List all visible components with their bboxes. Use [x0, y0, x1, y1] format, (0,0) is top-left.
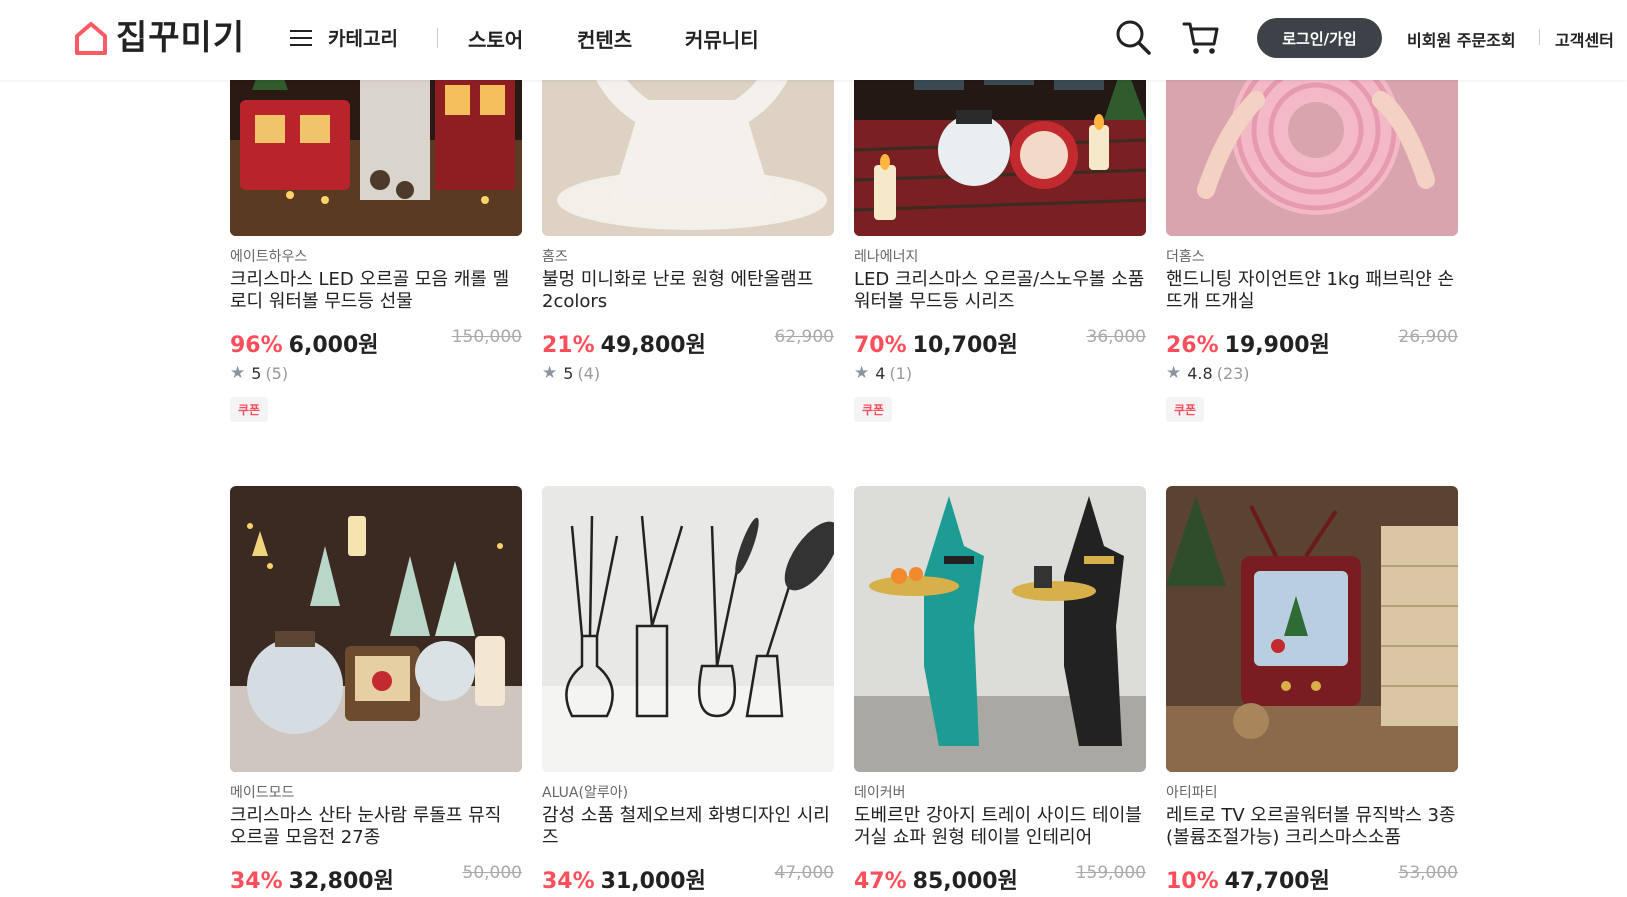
review-count: (5) — [265, 363, 289, 383]
original-price: 53,000 — [1398, 863, 1458, 883]
rating: ★ 5 (5) — [230, 363, 522, 383]
sale-price: 19,900원 — [1224, 333, 1330, 358]
product-title[interactable]: 불멍 미니화로 난로 원형 에탄올램프 2colors — [542, 269, 834, 313]
discount-rate: 26% — [1166, 333, 1219, 358]
discount-rate: 70% — [854, 333, 907, 358]
product-title[interactable]: LED 크리스마스 오르골/스노우볼 소품 워터볼 무드등 시리즈 — [854, 269, 1146, 313]
rating-score: 5 — [563, 363, 574, 383]
original-price: 36,000 — [1086, 327, 1146, 347]
review-count: (1) — [889, 363, 913, 383]
cart-icon[interactable] — [1181, 18, 1221, 62]
product-brand: ALUA(알루아) — [542, 785, 629, 801]
sale-price: 6,000원 — [288, 333, 379, 358]
product-brand: 홈즈 — [542, 249, 568, 265]
price-row: 26% 19,900원 26,900 — [1166, 327, 1458, 358]
product-card[interactable]: ALUA(알루아) 감성 소품 철제오브제 화병디자인 시리즈 34% 31,0… — [542, 486, 834, 894]
original-price: 150,000 — [451, 327, 522, 347]
nav-divider — [437, 28, 438, 48]
coupon-badge: 쿠폰 — [230, 397, 269, 422]
price-row: 21% 49,800원 62,900 — [542, 327, 834, 358]
discount-rate: 34% — [542, 869, 595, 894]
customer-center-link[interactable]: 고객센터 — [1555, 27, 1614, 51]
discount-rate: 47% — [854, 869, 907, 894]
coupon-badge: 쿠폰 — [1166, 397, 1205, 422]
nav-contents[interactable]: 컨텐츠 — [577, 24, 632, 53]
rating: ★ 4.8 (23) — [1166, 363, 1458, 383]
star-icon: ★ — [542, 363, 558, 383]
sale-price: 85,000원 — [912, 869, 1018, 894]
rating: ★ 4 (1) — [854, 363, 1146, 383]
product-card[interactable]: 아티파티 레트로 TV 오르골워터볼 뮤직박스 3종 (볼륨조절가능) 크리스마… — [1166, 486, 1458, 894]
logo-text: 집꾸미기 — [116, 18, 246, 58]
site-logo[interactable]: 집꾸미기 — [74, 18, 245, 58]
rating-score: 4 — [875, 363, 886, 383]
discount-rate: 96% — [230, 333, 283, 358]
review-count: (4) — [577, 363, 601, 383]
star-icon: ★ — [1166, 363, 1182, 383]
original-price: 47,000 — [774, 863, 834, 883]
product-title[interactable]: 감성 소품 철제오브제 화병디자인 시리즈 — [542, 805, 834, 849]
price-row: 34% 32,800원 50,000 — [230, 863, 522, 894]
rating-score: 5 — [251, 363, 262, 383]
product-brand: 아티파티 — [1166, 785, 1218, 801]
product-card[interactable]: 메이드모드 크리스마스 산타 눈사람 루돌프 뮤직 오르골 모음전 27종 34… — [230, 486, 522, 894]
top-header: 집꾸미기 카테고리 스토어 컨텐츠 커뮤니티 로그인/가입 비회원 주문조회 고… — [0, 0, 1627, 80]
discount-rate: 34% — [230, 869, 283, 894]
guest-order-link[interactable]: 비회원 주문조회 — [1407, 27, 1516, 51]
nav-store[interactable]: 스토어 — [468, 24, 523, 53]
product-card[interactable]: 데이커버 도베르만 강아지 트레이 사이드 테이블 거실 쇼파 원형 테이블 인… — [854, 486, 1146, 894]
original-price: 62,900 — [774, 327, 834, 347]
product-image[interactable] — [230, 486, 522, 772]
product-brand: 레나에너지 — [854, 249, 919, 265]
product-title[interactable]: 도베르만 강아지 트레이 사이드 테이블 거실 쇼파 원형 테이블 인테리어 — [854, 805, 1146, 849]
price-row: 10% 47,700원 53,000 — [1166, 863, 1458, 894]
coupon-badge: 쿠폰 — [854, 397, 893, 422]
sale-price: 47,700원 — [1224, 869, 1330, 894]
nav-community[interactable]: 커뮤니티 — [685, 24, 759, 53]
product-title[interactable]: 레트로 TV 오르골워터볼 뮤직박스 3종 (볼륨조절가능) 크리스마스소품 — [1166, 805, 1458, 849]
rating-score: 4.8 — [1187, 363, 1213, 383]
login-signup-button[interactable]: 로그인/가입 — [1257, 18, 1382, 58]
search-icon[interactable] — [1114, 18, 1152, 60]
product-brand: 에이트하우스 — [230, 249, 308, 265]
product-image[interactable] — [1166, 486, 1458, 772]
sale-price: 32,800원 — [288, 869, 394, 894]
sale-price: 49,800원 — [600, 333, 706, 358]
discount-rate: 21% — [542, 333, 595, 358]
hamburger-icon — [290, 29, 312, 47]
price-row: 47% 85,000원 159,000 — [854, 863, 1146, 894]
product-image[interactable] — [542, 486, 834, 772]
discount-rate: 10% — [1166, 869, 1219, 894]
product-brand: 데이커버 — [854, 785, 906, 801]
original-price: 50,000 — [462, 863, 522, 883]
sale-price: 10,700원 — [912, 333, 1018, 358]
price-row: 70% 10,700원 36,000 — [854, 327, 1146, 358]
product-brand: 메이드모드 — [230, 785, 295, 801]
rating: ★ 5 (4) — [542, 363, 834, 383]
product-title[interactable]: 핸드니팅 자이언트얀 1kg 패브릭얀 손뜨개 뜨개실 — [1166, 269, 1458, 313]
star-icon: ★ — [854, 363, 870, 383]
sale-price: 31,000원 — [600, 869, 706, 894]
price-row: 96% 6,000원 150,000 — [230, 327, 522, 358]
original-price: 159,000 — [1075, 863, 1146, 883]
product-title[interactable]: 크리스마스 LED 오르골 모음 캐롤 멜로디 워터볼 무드등 선물 — [230, 269, 522, 313]
house-logo-icon — [75, 22, 107, 55]
category-menu-button[interactable]: 카테고리 — [290, 24, 398, 51]
category-menu-label: 카테고리 — [328, 28, 398, 50]
product-title[interactable]: 크리스마스 산타 눈사람 루돌프 뮤직 오르골 모음전 27종 — [230, 805, 522, 849]
top-link-divider — [1539, 29, 1540, 45]
star-icon: ★ — [230, 363, 246, 383]
original-price: 26,900 — [1398, 327, 1458, 347]
product-image[interactable] — [854, 486, 1146, 772]
price-row: 34% 31,000원 47,000 — [542, 863, 834, 894]
product-brand: 더홈스 — [1166, 249, 1205, 265]
review-count: (23) — [1216, 363, 1250, 383]
